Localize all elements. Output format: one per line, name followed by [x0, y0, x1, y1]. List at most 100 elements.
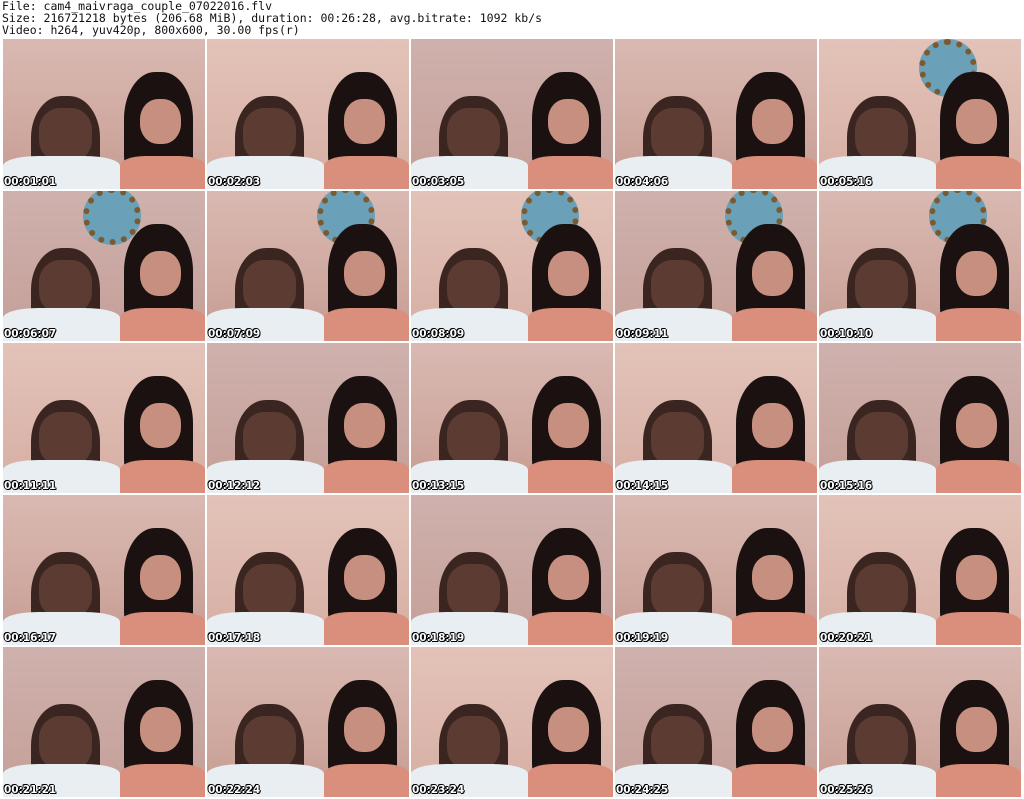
man-face-image: [447, 564, 500, 618]
woman-face-image: [956, 99, 997, 144]
frame-timestamp: 00:16:17: [4, 632, 57, 644]
woman-top-image: [528, 612, 613, 645]
frame-timestamp: 00:24:25: [616, 784, 669, 796]
video-info-line: Video: h264, yuv420p, 800x600, 30.00 fps…: [2, 23, 300, 37]
video-frame-thumbnail[interactable]: 00:06:07: [3, 191, 205, 341]
video-frame-thumbnail[interactable]: 00:16:17: [3, 495, 205, 645]
video-frame-thumbnail[interactable]: 00:10:10: [819, 191, 1021, 341]
woman-top-image: [120, 764, 205, 797]
video-frame-thumbnail[interactable]: 00:25:26: [819, 647, 1021, 797]
video-frame-thumbnail[interactable]: 00:01:01: [3, 39, 205, 189]
frame-timestamp: 00:20:21: [820, 632, 873, 644]
woman-top-image: [324, 460, 409, 493]
video-frame-thumbnail[interactable]: 00:14:15: [615, 343, 817, 493]
woman-top-image: [324, 156, 409, 189]
woman-top-image: [936, 156, 1021, 189]
woman-face-image: [752, 403, 793, 448]
man-face-image: [651, 108, 704, 162]
frame-timestamp: 00:03:05: [412, 176, 465, 188]
woman-top-image: [324, 612, 409, 645]
man-face-image: [243, 716, 296, 770]
video-frame-thumbnail[interactable]: 00:21:21: [3, 647, 205, 797]
video-frame-thumbnail[interactable]: 00:15:16: [819, 343, 1021, 493]
video-frame-thumbnail[interactable]: 00:03:05: [411, 39, 613, 189]
video-frame-thumbnail[interactable]: 00:20:21: [819, 495, 1021, 645]
woman-face-image: [344, 251, 385, 296]
frame-timestamp: 00:22:24: [208, 784, 261, 796]
video-frame-thumbnail[interactable]: 00:13:15: [411, 343, 613, 493]
woman-top-image: [936, 612, 1021, 645]
woman-face-image: [548, 251, 589, 296]
man-face-image: [243, 564, 296, 618]
contact-sheet: File: cam4_maivraga_couple_07022016.flv S…: [0, 0, 1024, 799]
frame-timestamp: 00:05:16: [820, 176, 873, 188]
man-face-image: [39, 564, 92, 618]
video-frame-thumbnail[interactable]: 00:07:09: [207, 191, 409, 341]
woman-face-image: [140, 707, 181, 752]
man-face-image: [39, 260, 92, 314]
video-frame-thumbnail[interactable]: 00:17:18: [207, 495, 409, 645]
thumbnail-grid: 00:01:01 00:02:03 00:03:05 00:04:06 00:05:16…: [3, 39, 1021, 797]
woman-face-image: [752, 251, 793, 296]
man-face-image: [447, 716, 500, 770]
video-frame-thumbnail[interactable]: 00:05:16: [819, 39, 1021, 189]
frame-timestamp: 00:25:26: [820, 784, 873, 796]
man-face-image: [855, 108, 908, 162]
video-frame-thumbnail[interactable]: 00:23:24: [411, 647, 613, 797]
woman-top-image: [324, 308, 409, 341]
frame-timestamp: 00:13:15: [412, 480, 465, 492]
frame-timestamp: 00:18:19: [412, 632, 465, 644]
video-frame-thumbnail[interactable]: 00:09:11: [615, 191, 817, 341]
woman-face-image: [956, 251, 997, 296]
man-face-image: [447, 412, 500, 466]
frame-timestamp: 00:08:09: [412, 328, 465, 340]
woman-top-image: [732, 308, 817, 341]
video-frame-thumbnail[interactable]: 00:24:25: [615, 647, 817, 797]
video-frame-thumbnail[interactable]: 00:12:12: [207, 343, 409, 493]
woman-face-image: [752, 99, 793, 144]
woman-top-image: [528, 460, 613, 493]
woman-top-image: [528, 764, 613, 797]
woman-top-image: [936, 764, 1021, 797]
woman-top-image: [120, 308, 205, 341]
man-face-image: [243, 108, 296, 162]
woman-face-image: [752, 707, 793, 752]
woman-face-image: [548, 707, 589, 752]
woman-top-image: [732, 156, 817, 189]
man-face-image: [855, 260, 908, 314]
woman-face-image: [956, 707, 997, 752]
video-frame-thumbnail[interactable]: 00:11:11: [3, 343, 205, 493]
man-face-image: [243, 260, 296, 314]
man-face-image: [651, 412, 704, 466]
video-frame-thumbnail[interactable]: 00:08:09: [411, 191, 613, 341]
frame-timestamp: 00:01:01: [4, 176, 57, 188]
video-frame-thumbnail[interactable]: 00:19:19: [615, 495, 817, 645]
woman-face-image: [956, 555, 997, 600]
woman-top-image: [324, 764, 409, 797]
frame-timestamp: 00:11:11: [4, 480, 57, 492]
video-frame-thumbnail[interactable]: 00:18:19: [411, 495, 613, 645]
man-face-image: [243, 412, 296, 466]
frame-timestamp: 00:19:19: [616, 632, 669, 644]
woman-face-image: [548, 99, 589, 144]
woman-face-image: [140, 251, 181, 296]
woman-top-image: [732, 612, 817, 645]
frame-timestamp: 00:09:11: [616, 328, 669, 340]
man-face-image: [651, 716, 704, 770]
man-face-image: [39, 716, 92, 770]
frame-timestamp: 00:12:12: [208, 480, 261, 492]
woman-face-image: [752, 555, 793, 600]
man-face-image: [39, 412, 92, 466]
woman-face-image: [344, 555, 385, 600]
woman-face-image: [548, 403, 589, 448]
woman-top-image: [936, 308, 1021, 341]
woman-top-image: [528, 156, 613, 189]
frame-timestamp: 00:07:09: [208, 328, 261, 340]
video-frame-thumbnail[interactable]: 00:02:03: [207, 39, 409, 189]
frame-timestamp: 00:21:21: [4, 784, 57, 796]
man-face-image: [855, 716, 908, 770]
woman-top-image: [120, 612, 205, 645]
woman-face-image: [956, 403, 997, 448]
video-frame-thumbnail[interactable]: 00:22:24: [207, 647, 409, 797]
video-frame-thumbnail[interactable]: 00:04:06: [615, 39, 817, 189]
